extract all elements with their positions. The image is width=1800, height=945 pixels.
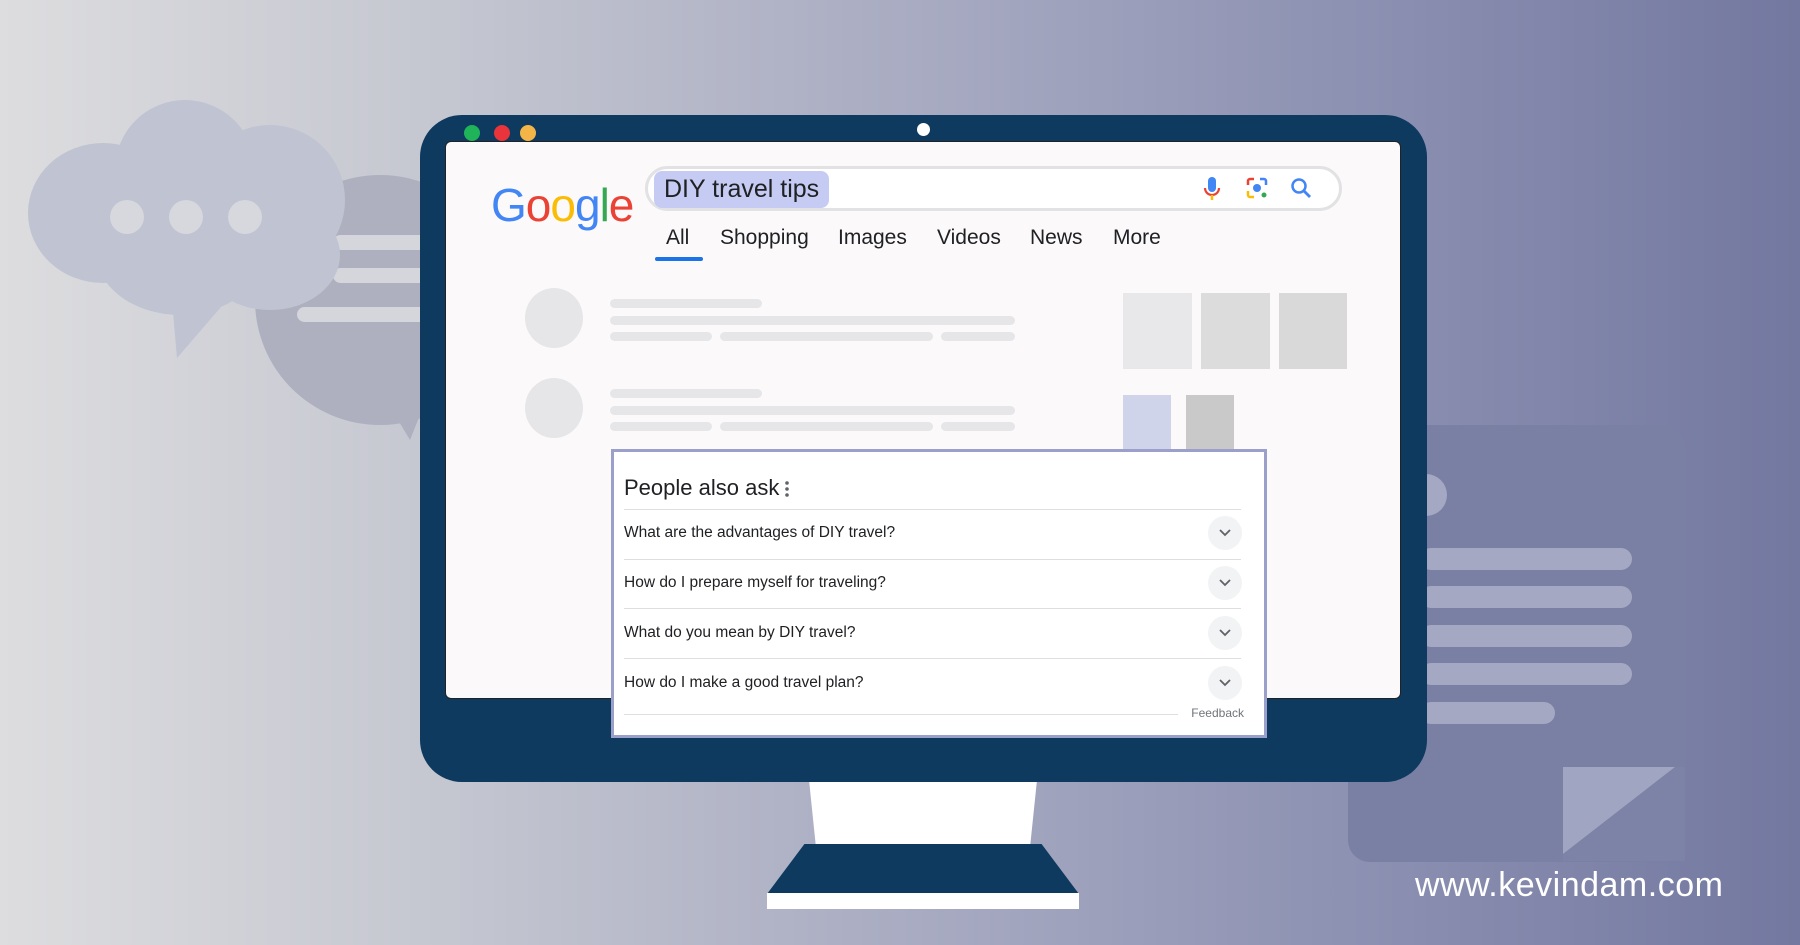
tab-images[interactable]: Images [838, 226, 907, 250]
typing-dot [169, 200, 203, 234]
chevron-down-icon[interactable] [1208, 516, 1242, 550]
website-watermark: www.kevindam.com [1415, 866, 1724, 904]
tab-all[interactable]: All [666, 226, 689, 250]
chevron-down-icon[interactable] [1208, 666, 1242, 700]
tab-videos[interactable]: Videos [937, 226, 1001, 250]
feedback-link[interactable]: Feedback [1191, 706, 1244, 720]
search-icon[interactable] [1290, 177, 1312, 199]
typing-dot [228, 200, 262, 234]
camera-dot [917, 123, 930, 136]
mic-icon[interactable] [1202, 176, 1222, 202]
typing-dot [110, 200, 144, 234]
more-vert-icon[interactable] [784, 480, 790, 498]
paa-title: People also ask [624, 475, 780, 500]
google-logo[interactable]: Google [491, 178, 634, 232]
tab-news[interactable]: News [1030, 226, 1083, 250]
active-tab-indicator [655, 257, 703, 261]
tab-shopping[interactable]: Shopping [720, 226, 809, 250]
people-also-ask-panel: People also ask What are the advantages … [611, 449, 1267, 738]
chevron-down-icon[interactable] [1208, 616, 1242, 650]
window-close-dot[interactable] [464, 125, 480, 141]
tab-more[interactable]: More [1113, 226, 1161, 250]
search-query[interactable]: DIY travel tips [654, 171, 830, 208]
window-minimize-dot[interactable] [494, 125, 510, 141]
window-maximize-dot[interactable] [520, 125, 536, 141]
lens-icon[interactable] [1246, 177, 1268, 199]
chevron-down-icon[interactable] [1208, 566, 1242, 600]
